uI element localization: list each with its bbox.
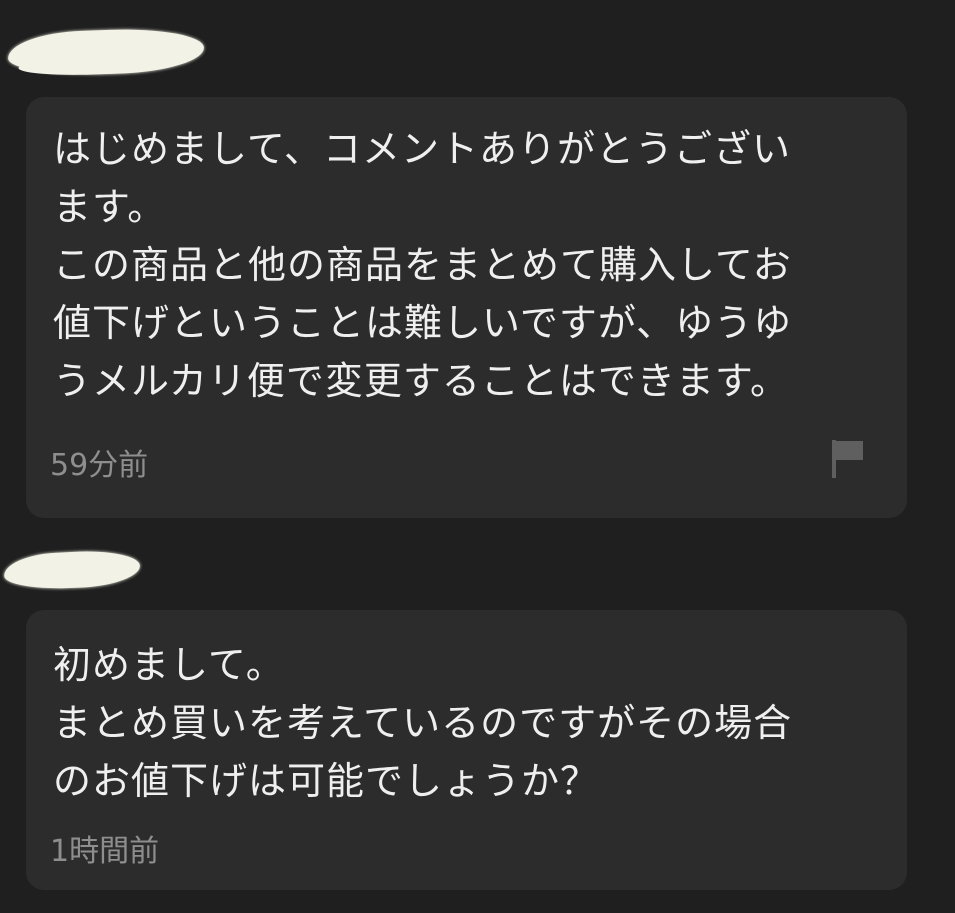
- redacted-username: [3, 548, 141, 592]
- comment-bubble: 初めまして。 まとめ買いを考えているのですがその場合 のお値下げは可能でしょうか…: [26, 610, 907, 890]
- comment-text: 初めまして。 まとめ買いを考えているのですがその場合 のお値下げは可能でしょうか…: [53, 643, 793, 803]
- redacted-username: [7, 26, 205, 78]
- comment-timestamp: 1時間前: [50, 834, 160, 869]
- flag-icon[interactable]: [829, 438, 867, 480]
- comment-bubble: はじめまして、コメントありがとうござい ます。 この商品と他の商品をまとめて購入…: [26, 97, 907, 518]
- comment-text: はじめまして、コメントありがとうござい ます。 この商品と他の商品をまとめて購入…: [53, 127, 793, 403]
- comment-timestamp: 59分前: [50, 448, 149, 483]
